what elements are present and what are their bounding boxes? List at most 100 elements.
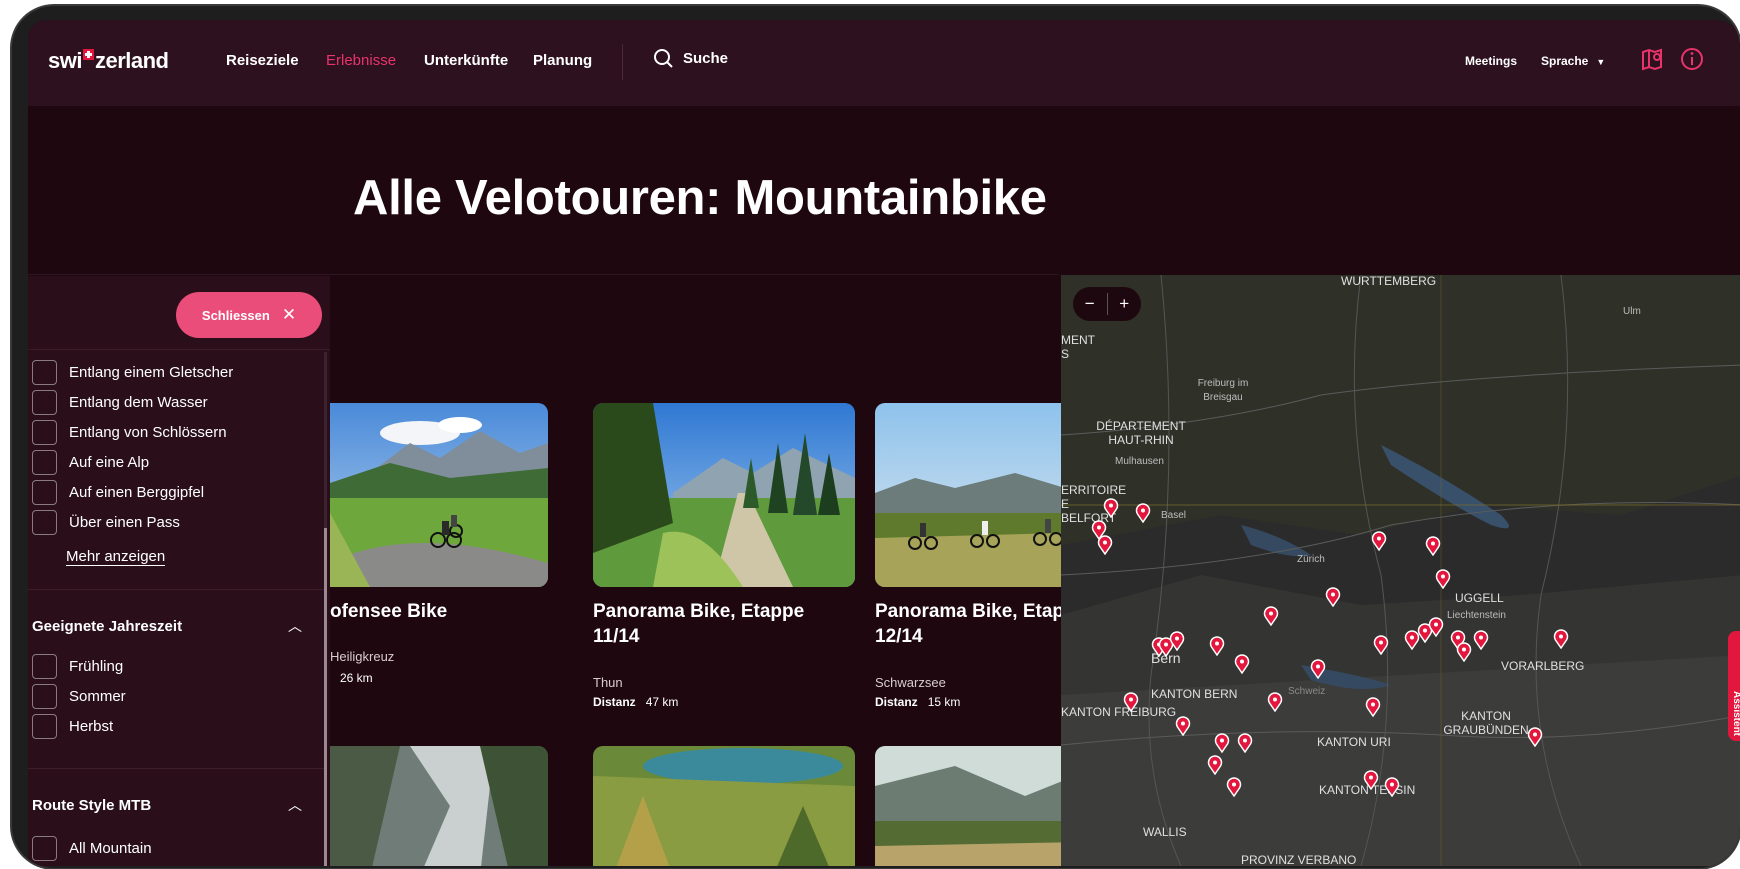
map-pin[interactable] [1363, 770, 1379, 791]
option-label: Entlang dem Wasser [69, 394, 208, 411]
top-navigation: swi zerland Reiseziele Erlebnisse Unterkü… [28, 20, 1740, 106]
info-icon[interactable] [1679, 46, 1705, 72]
map-pin[interactable] [1207, 755, 1223, 776]
tour-image-5[interactable] [593, 746, 855, 866]
map-icon[interactable] [1640, 46, 1666, 72]
filter-option-sommer[interactable]: Sommer [32, 684, 126, 709]
filter-option-fruehling[interactable]: Frühling [32, 654, 123, 679]
map-pin[interactable] [1553, 629, 1569, 650]
map-label: KANTON FREIBURG [1061, 705, 1177, 719]
map-pin[interactable] [1384, 777, 1400, 798]
option-label: Über einen Pass [69, 514, 180, 531]
map-pin[interactable] [1226, 777, 1242, 798]
map-label: WURTTEMBERG [1341, 275, 1437, 288]
browser-screen: swi zerland Reiseziele Erlebnisse Unterkü… [28, 20, 1740, 866]
map-pin[interactable] [1209, 636, 1225, 657]
season-section-header[interactable]: Geeignete Jahreszeit ︿ [32, 618, 302, 635]
filter-option-schloesser[interactable]: Entlang von Schlössern [32, 420, 227, 445]
checkbox[interactable] [32, 480, 57, 505]
filter-option-pass[interactable]: Über einen Pass [32, 510, 180, 535]
checkbox[interactable] [32, 684, 57, 709]
search-icon [654, 49, 673, 68]
checkbox[interactable] [32, 390, 57, 415]
map-pin[interactable] [1371, 531, 1387, 552]
map-pin[interactable] [1263, 606, 1279, 627]
nav-planung[interactable]: Planung [533, 52, 592, 69]
tour-card-2[interactable]: Panorama Bike, Etappe 11/14 Thun Distanz… [593, 403, 855, 709]
swiss-cross-icon [82, 48, 94, 60]
assistant-tab[interactable]: Assistent [1728, 631, 1740, 741]
tour-image-1[interactable] [330, 403, 548, 587]
filter-scrollbar[interactable] [324, 352, 327, 866]
map-label: PROVINZ VERBANO [1241, 853, 1357, 866]
map-pin[interactable] [1325, 587, 1341, 608]
map-pin[interactable] [1267, 692, 1283, 713]
zoom-out-button[interactable]: − [1073, 294, 1107, 314]
map-pin[interactable] [1123, 692, 1139, 713]
checkbox[interactable] [32, 450, 57, 475]
filter-option-all-mountain[interactable]: All Mountain [32, 836, 152, 861]
map[interactable]: − + WURTTEMBERG MENT S Freiburg im Breis… [1061, 275, 1740, 866]
tour-card-5[interactable] [593, 746, 855, 866]
filter-option-berggipfel[interactable]: Auf einen Berggipfel [32, 480, 204, 505]
filter-option-gletscher[interactable]: Entlang einem Gletscher [32, 360, 233, 385]
checkbox[interactable] [32, 360, 57, 385]
distance-label: Distanz [875, 695, 918, 709]
map-pin[interactable] [1097, 535, 1113, 556]
map-pin[interactable] [1435, 569, 1451, 590]
tour-place: Heiligkreuz [330, 649, 395, 664]
checkbox[interactable] [32, 654, 57, 679]
checkbox[interactable] [32, 510, 57, 535]
language-selector[interactable]: Sprache ▼ [1541, 54, 1605, 68]
map-pin[interactable] [1237, 733, 1253, 754]
map-pin[interactable] [1234, 654, 1250, 675]
nav-unterkuenfte[interactable]: Unterkünfte [424, 52, 508, 69]
checkbox[interactable] [32, 714, 57, 739]
scrollbar-thumb[interactable] [324, 528, 327, 866]
map-label: MENT [1061, 333, 1095, 347]
map-label: KANTON GRAUBÜNDEN [1443, 709, 1529, 737]
meetings-link[interactable]: Meetings [1465, 54, 1517, 68]
tour-image-4[interactable] [330, 746, 548, 866]
map-pin[interactable] [1428, 617, 1444, 638]
map-pin[interactable] [1103, 498, 1119, 519]
map-pin[interactable] [1310, 659, 1326, 680]
zoom-in-button[interactable]: + [1107, 294, 1141, 314]
tour-image-2[interactable] [593, 403, 855, 587]
map-pin[interactable] [1365, 697, 1381, 718]
option-label: Auf eine Alp [69, 454, 150, 471]
map-pin[interactable] [1169, 631, 1185, 652]
filter-option-alp[interactable]: Auf eine Alp [32, 450, 149, 475]
map-pin[interactable] [1473, 630, 1489, 651]
option-label: All Mountain [69, 840, 152, 857]
checkbox[interactable] [32, 420, 57, 445]
checkbox[interactable] [32, 836, 57, 861]
filter-option-wasser[interactable]: Entlang dem Wasser [32, 390, 208, 415]
map-pin[interactable] [1373, 635, 1389, 656]
map-label: Schweiz [1288, 686, 1326, 697]
nav-erlebnisse[interactable]: Erlebnisse [326, 52, 396, 69]
tour-card-4[interactable] [330, 746, 548, 866]
close-filter-button[interactable]: Schliessen ✕ [176, 292, 322, 338]
route-style-section-header[interactable]: Route Style MTB ︿ [32, 797, 302, 814]
nav-reiseziele[interactable]: Reiseziele [226, 52, 299, 69]
tour-title[interactable]: ofensee Bike [330, 599, 550, 624]
map-pin[interactable] [1175, 716, 1191, 737]
filter-option-herbst[interactable]: Herbst [32, 714, 113, 739]
logo[interactable]: swi zerland [48, 48, 169, 74]
tour-card-1[interactable]: ofensee Bike Heiligkreuz 26 km [330, 403, 550, 685]
map-label: Liechtenstein [1447, 610, 1506, 621]
map-pin[interactable] [1214, 733, 1230, 754]
option-label: Entlang einem Gletscher [69, 364, 234, 381]
map-label: S [1061, 347, 1070, 361]
map-pin[interactable] [1425, 536, 1441, 557]
filter-panel-header: Schliessen ✕ [28, 276, 330, 350]
tour-distance: Distanz 47 km [593, 695, 678, 709]
map-pin[interactable] [1456, 642, 1472, 663]
distance-label: Distanz [593, 695, 636, 709]
search-button[interactable]: Suche [653, 48, 728, 69]
map-pin[interactable] [1135, 503, 1151, 524]
tour-title[interactable]: Panorama Bike, Etappe 11/14 [593, 599, 853, 649]
show-more-link[interactable]: Mehr anzeigen [66, 548, 166, 566]
map-pin[interactable] [1527, 727, 1543, 748]
